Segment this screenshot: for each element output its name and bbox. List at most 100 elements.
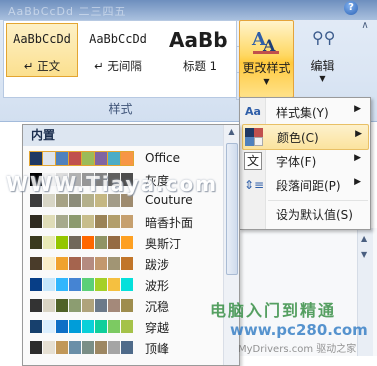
color-swatch: [30, 320, 42, 333]
ruler-down-icon[interactable]: ▼: [361, 250, 367, 259]
watermark-footer: MyDrivers.com 驱动之家: [238, 344, 357, 355]
color-swatch: [43, 278, 55, 291]
style-sample: AaBbCcDd: [89, 32, 147, 46]
color-swatch: [94, 151, 108, 166]
color-swatch: [56, 278, 68, 291]
theme-row[interactable]: Office: [27, 149, 223, 168]
color-swatch: [56, 341, 68, 354]
color-swatch: [69, 236, 81, 249]
theme-swatches: [29, 277, 134, 292]
color-swatch: [56, 215, 68, 228]
collapse-ribbon-icon[interactable]: ∧: [359, 20, 371, 31]
builtin-header: 内置: [23, 125, 231, 146]
color-swatch: [43, 236, 55, 249]
theme-swatches: [29, 214, 134, 229]
theme-row[interactable]: 暗香扑面: [27, 212, 223, 231]
color-swatch: [95, 236, 107, 249]
color-swatch: [43, 257, 55, 270]
color-swatch: [108, 278, 120, 291]
theme-row[interactable]: 跋涉: [27, 254, 223, 273]
style-name: 标题 1: [183, 59, 217, 73]
edit-button[interactable]: ⚲⚲ 编辑 ▼: [300, 20, 345, 96]
menu-item-fonts[interactable]: 文 字体(F) ▶: [242, 149, 367, 173]
theme-name: 沉稳: [145, 300, 170, 314]
style-no-spacing[interactable]: AaBbCcDd ↵ 无间隔: [82, 23, 154, 77]
color-swatch: [43, 320, 55, 333]
color-swatch: [30, 257, 42, 270]
binoculars-icon: ⚲⚲: [312, 28, 336, 47]
color-swatch: [121, 215, 133, 228]
color-swatch: [95, 215, 107, 228]
theme-row[interactable]: 奥斯汀: [27, 233, 223, 252]
color-swatch: [95, 320, 107, 333]
change-styles-icon: A A: [251, 29, 279, 55]
menu-item-paragraph-spacing[interactable]: ⇕≡ 段落间距(P) ▶: [242, 173, 367, 197]
submenu-arrow-icon: ▶: [355, 129, 362, 139]
color-swatch: [95, 299, 107, 312]
theme-swatches: [29, 298, 134, 313]
style-normal[interactable]: AaBbCcDd ↵ 正文: [6, 23, 78, 77]
scroll-thumb[interactable]: [226, 143, 238, 275]
style-sample: AaBb: [169, 28, 228, 52]
theme-swatches: [29, 256, 134, 271]
menu-item-colors[interactable]: 颜色(C) ▶: [242, 124, 369, 150]
styles-group-label: 样式: [108, 102, 133, 116]
change-styles-menu: Aa 样式集(Y) ▶ 颜色(C) ▶ 文 字体(F) ▶ ⇕≡ 段落间距(P)…: [239, 97, 371, 230]
menu-separator: [268, 200, 368, 201]
theme-row[interactable]: 顶峰: [27, 338, 223, 357]
style-name: ↵ 正文: [23, 59, 61, 73]
color-swatch: [82, 320, 94, 333]
color-swatch: [108, 299, 120, 312]
theme-row[interactable]: 穿越: [27, 317, 223, 336]
help-icon[interactable]: ?: [344, 1, 358, 15]
color-swatch: [108, 236, 120, 249]
style-name: ↵ 无间隔: [94, 59, 142, 73]
theme-name: 跋涉: [145, 258, 170, 272]
theme-name: 波形: [145, 279, 170, 293]
watermark-brand: 电脑入门到精通: [210, 301, 337, 320]
dropdown-arrow-icon: ▼: [263, 77, 270, 86]
color-swatch: [68, 151, 82, 166]
theme-swatches: [29, 319, 134, 334]
style-heading-1[interactable]: AaBb 标题 1: [159, 23, 241, 77]
color-swatch: [81, 151, 95, 166]
theme-name: 奥斯汀: [145, 237, 182, 251]
color-swatch: [69, 215, 81, 228]
change-styles-label: 更改样式: [242, 61, 291, 75]
menu-item-style-set[interactable]: Aa 样式集(Y) ▶: [242, 100, 367, 124]
theme-name: 顶峰: [145, 342, 170, 356]
color-swatch: [82, 257, 94, 270]
change-styles-button[interactable]: A A 更改样式 ▼: [239, 20, 294, 98]
theme-row[interactable]: 沉稳: [27, 296, 223, 315]
menu-item-set-default[interactable]: 设为默认值(S): [242, 202, 367, 226]
color-swatch: [95, 341, 107, 354]
theme-name: Office: [145, 151, 181, 165]
watermark-tiaya: WWW.Tiaya.com: [6, 172, 219, 196]
color-swatch: [56, 236, 68, 249]
color-swatch: [43, 299, 55, 312]
submenu-arrow-icon: ▶: [354, 104, 361, 114]
color-swatch: [43, 215, 55, 228]
font-icon: 文: [244, 152, 262, 170]
theme-name: 暗香扑面: [145, 216, 194, 230]
color-swatch: [30, 278, 42, 291]
dropdown-arrow-icon: ▼: [319, 74, 326, 83]
menu-item-label: 段落间距(P): [276, 179, 341, 193]
color-swatch: [30, 341, 42, 354]
ruler-up-icon[interactable]: ▲: [361, 234, 367, 243]
color-swatch: [120, 151, 134, 166]
color-swatch: [95, 257, 107, 270]
color-swatch: [95, 278, 107, 291]
color-swatch: [121, 257, 133, 270]
styles-gallery: AaBbCcDd ↵ 正文 AaBbCcDd ↵ 无间隔 AaBb 标题 1: [3, 20, 240, 98]
theme-swatches: [29, 235, 134, 250]
menu-item-label: 字体(F): [276, 155, 317, 169]
color-swatch: [108, 341, 120, 354]
submenu-arrow-icon: ▶: [354, 177, 361, 187]
theme-row[interactable]: 波形: [27, 275, 223, 294]
color-swatch: [121, 320, 133, 333]
scroll-up-icon[interactable]: ▲: [224, 127, 239, 136]
color-swatch: [30, 236, 42, 249]
color-swatch: [43, 341, 55, 354]
color-swatch: [107, 151, 121, 166]
